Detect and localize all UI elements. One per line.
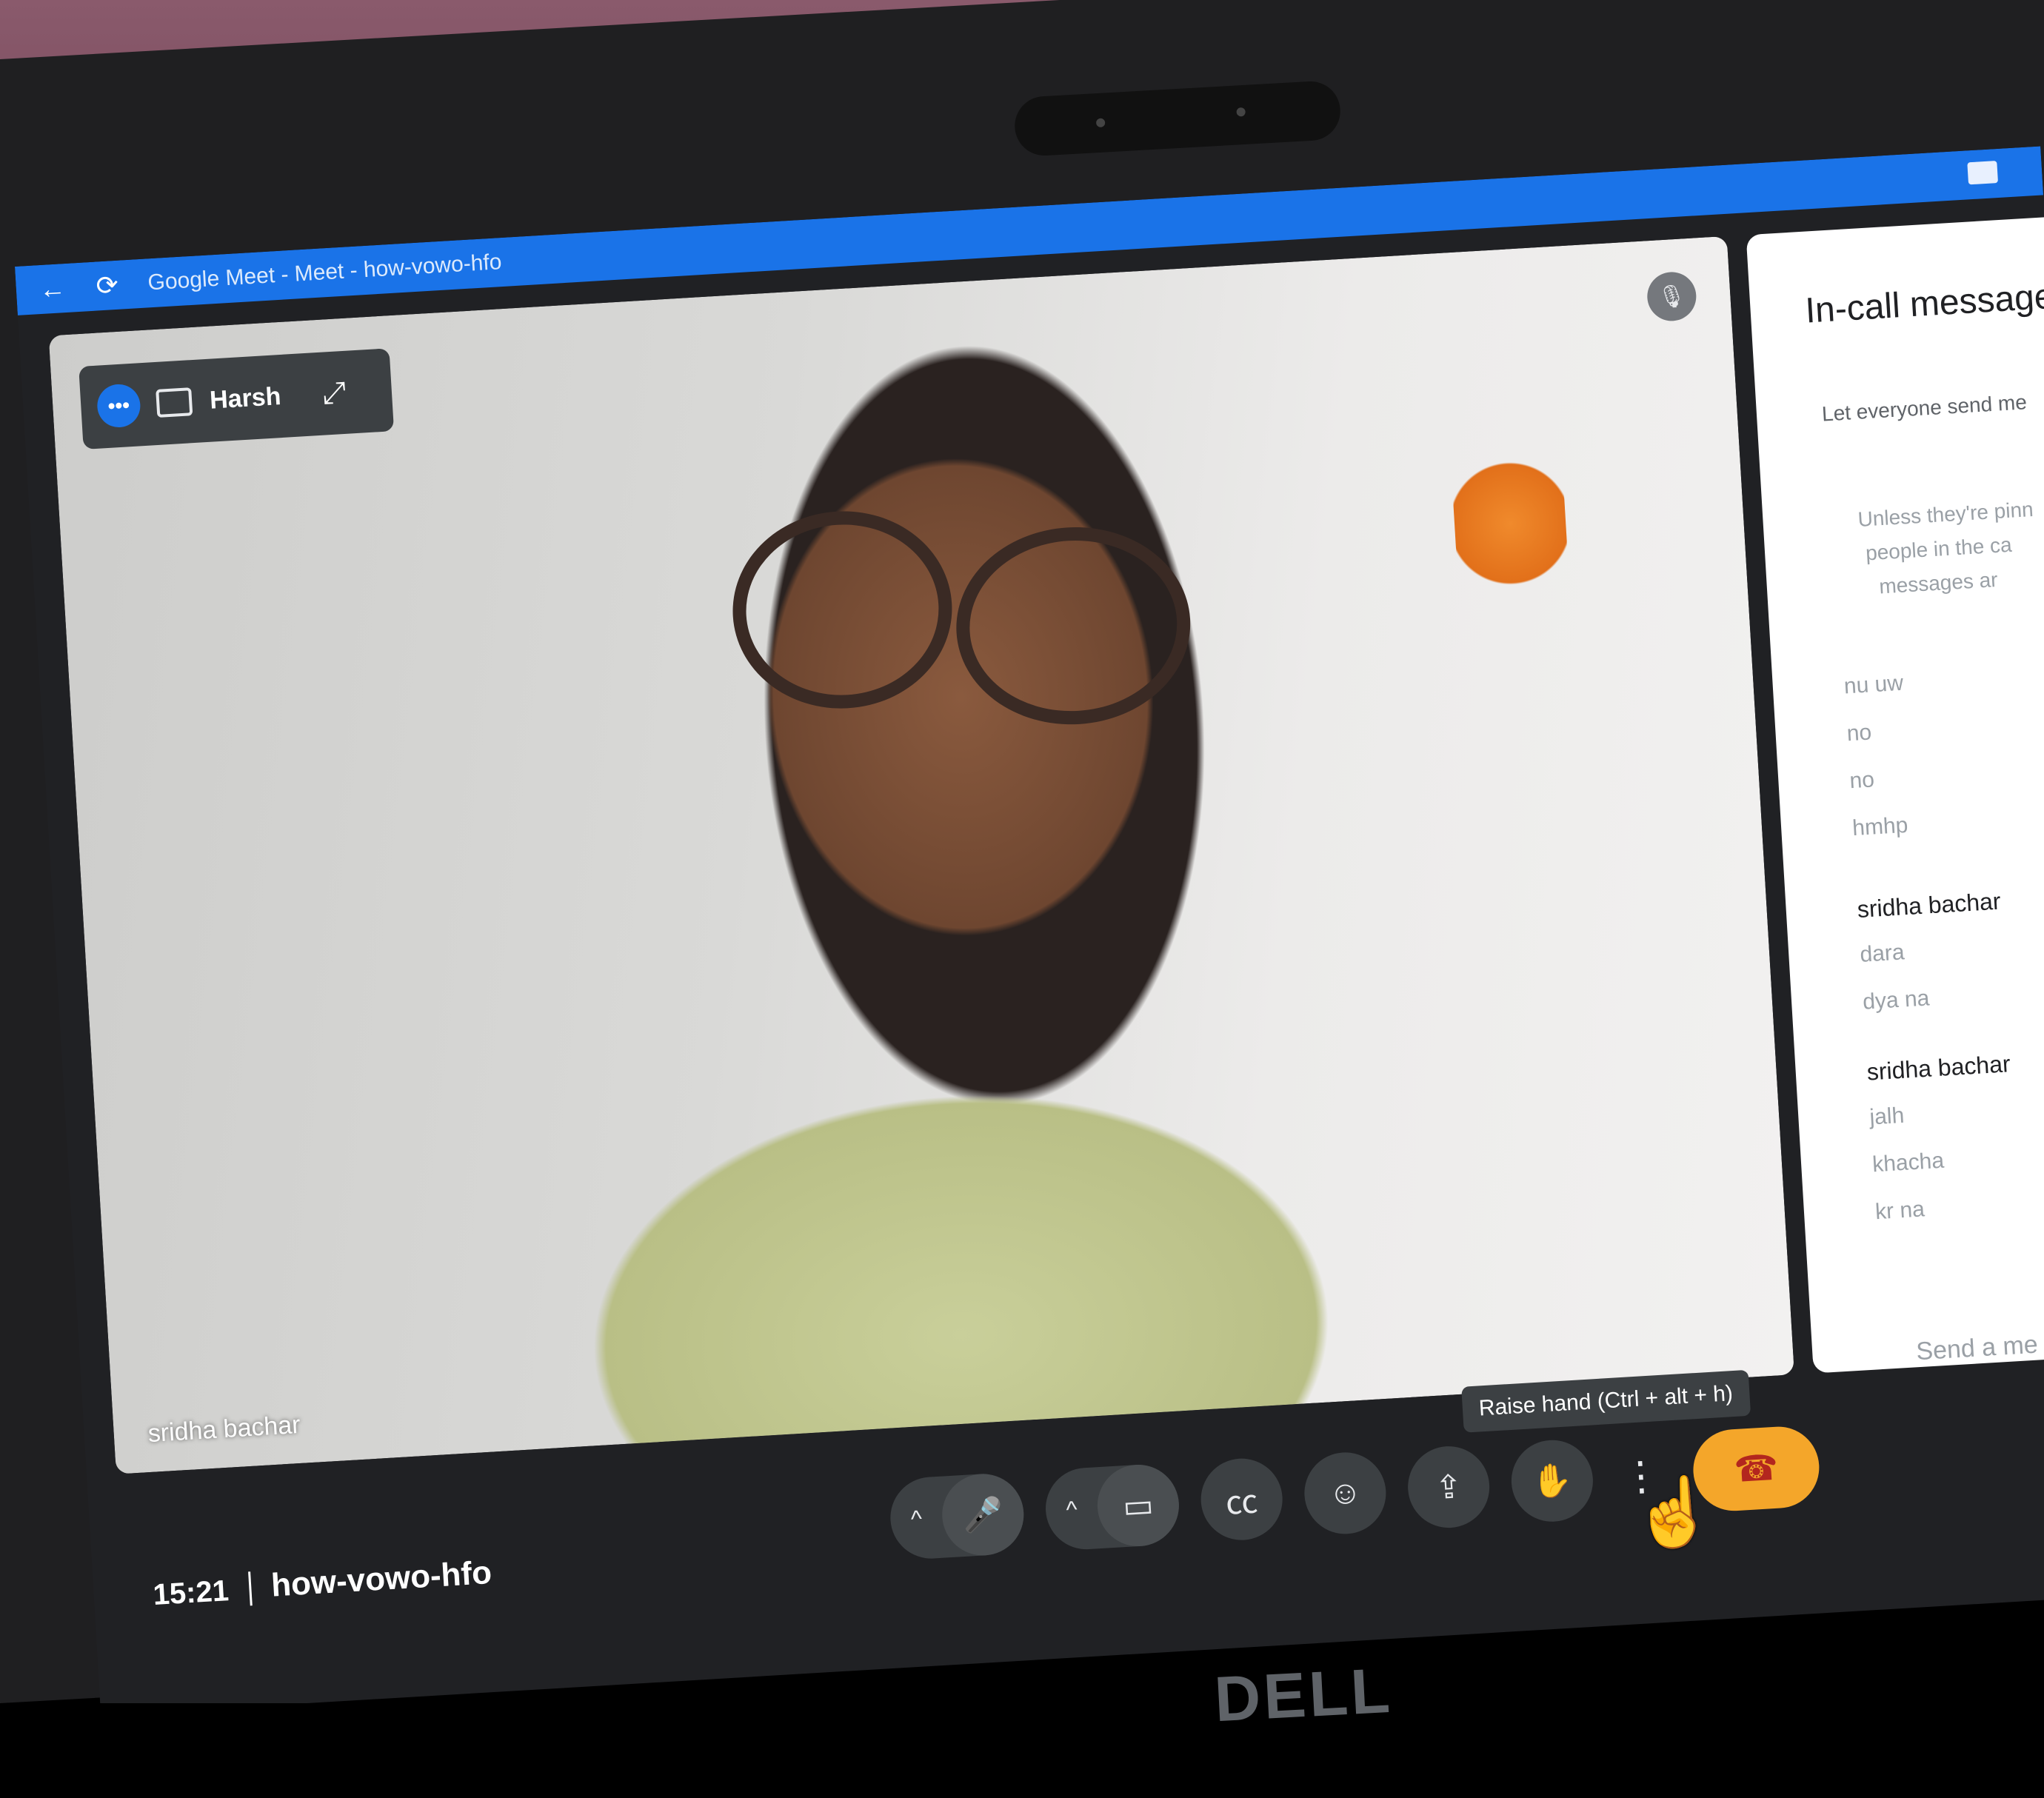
message-group: sridha bachar dara dya na bbox=[1857, 888, 2008, 1037]
camera-icon bbox=[156, 387, 193, 418]
chat-message: no bbox=[1846, 720, 1873, 746]
chat-heading: In-call messages bbox=[1804, 275, 2044, 331]
reload-icon[interactable]: ⟳ bbox=[87, 266, 127, 305]
meeting-code[interactable]: how-vowo-hfo bbox=[270, 1554, 493, 1605]
chat-permission-toggle-label[interactable]: Let everyone send me bbox=[1821, 390, 2027, 426]
chat-info-note: Unless they're pinn people in the ca mes… bbox=[1857, 497, 2034, 599]
chat-panel: In-call messages Let everyone send me Un… bbox=[1746, 215, 2044, 1374]
captions-icon[interactable]: ㏄ bbox=[1198, 1456, 1285, 1543]
chat-message: khacha bbox=[1871, 1148, 1945, 1177]
expand-icon[interactable]: ⤢ bbox=[321, 375, 347, 410]
footer-divider bbox=[248, 1571, 253, 1606]
audio-options-button[interactable]: ^ bbox=[889, 1503, 943, 1534]
meeting-clock: 15:21 bbox=[152, 1574, 230, 1612]
emoji-icon[interactable]: ☺ bbox=[1302, 1450, 1389, 1537]
participant-video-tile[interactable]: ••• Harsh ⤢ 🎙 sridha bachar bbox=[48, 235, 1794, 1474]
more-options-icon[interactable]: ••• bbox=[96, 383, 142, 429]
chat-message: no bbox=[1848, 767, 1875, 794]
meet-screen: ← ⟳ Google Meet - Meet - how-vowo-hfo ••… bbox=[15, 146, 2044, 1716]
chat-message: nu uw bbox=[1843, 670, 1904, 699]
participant-name: sridha bachar bbox=[147, 1410, 301, 1448]
chat-message: jalh bbox=[1868, 1103, 1906, 1130]
video-options-button[interactable]: ^ bbox=[1045, 1494, 1098, 1525]
chat-sender: sridha bachar bbox=[1856, 887, 2002, 923]
present-icon[interactable]: ⇪ bbox=[1405, 1443, 1492, 1531]
camera-icon[interactable]: ▭ bbox=[1095, 1462, 1182, 1549]
chat-message: dara bbox=[1859, 940, 1906, 967]
video-content bbox=[727, 505, 958, 715]
chat-sender: sridha bachar bbox=[1866, 1050, 2011, 1086]
window-title: Google Meet - Meet - how-vowo-hfo bbox=[147, 250, 503, 295]
camera-indicator-icon bbox=[1967, 161, 1999, 185]
photo-border bbox=[0, 1703, 2044, 1798]
webcam-lens bbox=[1236, 107, 1246, 117]
chat-message: hmhp bbox=[1851, 812, 1909, 841]
mic-off-icon: 🎙 bbox=[1646, 270, 1698, 323]
chat-message: kr na bbox=[1874, 1197, 1926, 1225]
message-group: sridha bachar jalh khacha kr na bbox=[1866, 1050, 2021, 1247]
arrow-left-icon[interactable]: ← bbox=[33, 270, 72, 309]
pip-participant-name: Harsh bbox=[209, 381, 282, 415]
raise-hand-icon[interactable]: ✋ bbox=[1509, 1437, 1596, 1524]
camera-control-group: ^ ▭ bbox=[1043, 1462, 1182, 1552]
message-group: nu uw no no hmhp bbox=[1843, 671, 1914, 863]
webcam-sensor bbox=[1095, 118, 1106, 128]
dell-logo: DELL bbox=[1212, 1654, 1395, 1736]
video-content bbox=[1449, 438, 1571, 609]
mic-icon[interactable]: 🎤 bbox=[940, 1471, 1026, 1558]
video-content bbox=[950, 520, 1196, 732]
chat-message-input[interactable]: Send a me bbox=[1915, 1331, 2038, 1367]
self-view-pip[interactable]: ••• Harsh ⤢ bbox=[79, 348, 395, 450]
pointer-hand-icon: ☝ bbox=[1629, 1473, 1717, 1553]
chat-message: dya na bbox=[1862, 986, 1931, 1015]
mic-control-group: ^ 🎤 bbox=[888, 1471, 1026, 1561]
